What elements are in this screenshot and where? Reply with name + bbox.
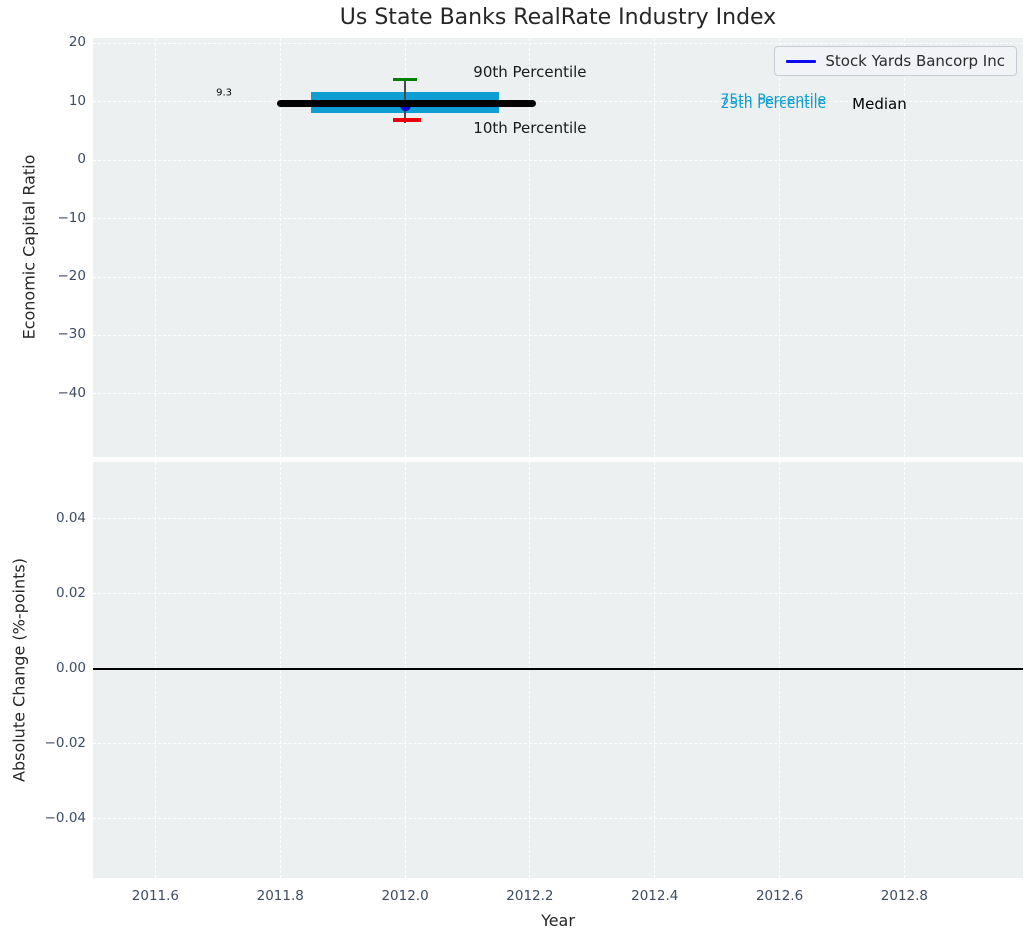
x-tick-label: 2012.2 [488,888,572,904]
top-plot-area: Stock Yards Bancorp Inc 9.3 90th Percenti… [93,38,1023,457]
90th-percentile-cap [393,78,417,82]
x-tick-label: 2012.8 [862,888,946,904]
x-tick-label: 2012.6 [738,888,822,904]
x-tick-label: 2011.8 [238,888,322,904]
top-y-tick-label: −20 [0,268,86,284]
x-gridline [529,462,530,878]
bottom-y-tick-label: −0.04 [0,810,86,826]
x-gridline [155,462,156,878]
y-gridline [93,743,1023,744]
y-gridline [93,593,1023,594]
10th-percentile-cap [393,118,421,122]
x-tick-label: 2011.6 [113,888,197,904]
legend: Stock Yards Bancorp Inc [774,46,1017,76]
bottom-y-tick-label: −0.02 [0,735,86,751]
y-gridline [93,393,1023,394]
legend-line-sample [786,60,816,63]
top-y-axis-label: Economic Capital Ratio [20,155,39,340]
top-y-tick-label: 0 [0,151,86,167]
zero-line [93,668,1023,670]
y-gridline [93,160,1023,161]
top-y-tick-label: 10 [0,93,86,109]
y-gridline [93,518,1023,519]
annotation: 9.3 [216,87,232,98]
annotation: 90th Percentile [473,63,586,81]
y-gridline [93,43,1023,44]
y-gridline [93,218,1023,219]
top-y-tick-label: −30 [0,326,86,342]
y-gridline [93,277,1023,278]
legend-label: Stock Yards Bancorp Inc [825,52,1005,70]
top-y-tick-label: 20 [0,34,86,50]
y-gridline [93,335,1023,336]
annotation: 10th Percentile [473,119,586,137]
x-tick-label: 2012.4 [613,888,697,904]
top-y-tick-label: −10 [0,210,86,226]
bottom-y-tick-label: 0.04 [0,510,86,526]
x-gridline [904,462,905,878]
x-gridline [779,462,780,878]
bottom-y-tick-label: 0.02 [0,585,86,601]
annotation: 25th Percentile [720,96,826,112]
bottom-plot-area [93,462,1023,878]
chart-title: Us State Banks RealRate Industry Index [340,5,776,30]
figure: Us State Banks RealRate Industry Index E… [0,0,1034,942]
y-gridline [93,818,1023,819]
x-axis-label: Year [541,911,575,930]
median-line [277,100,536,107]
x-tick-label: 2012.0 [363,888,447,904]
bottom-y-tick-label: 0.00 [0,660,86,676]
top-y-tick-label: −40 [0,385,86,401]
x-gridline [280,462,281,878]
annotation: Median [852,95,907,113]
x-gridline [654,462,655,878]
x-gridline [405,462,406,878]
